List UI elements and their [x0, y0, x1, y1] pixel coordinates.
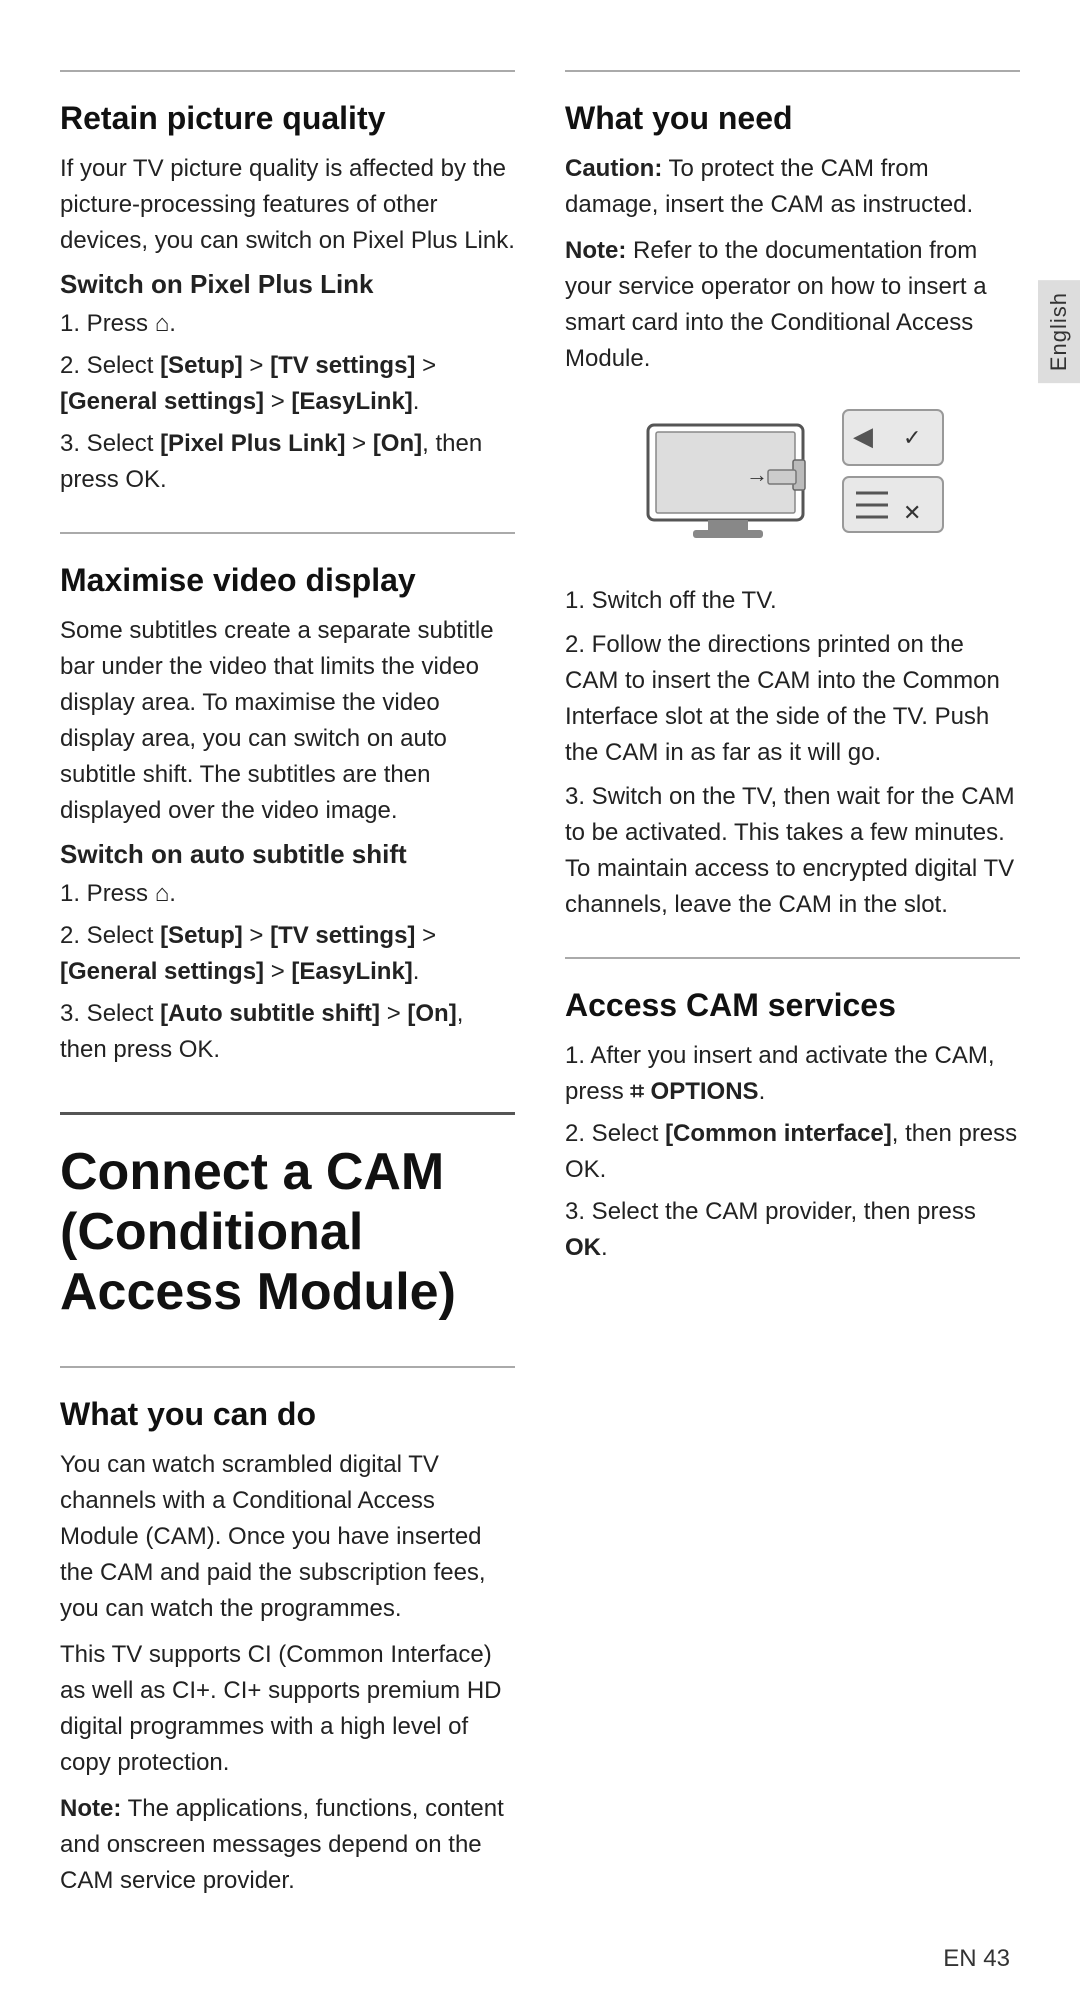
maximise-step-2: 2. Select [Setup] > [TV settings] > [Gen… — [60, 918, 515, 990]
right-column: What you need Caution: To protect the CA… — [565, 70, 1020, 1933]
connect-cam-title: Connect a CAM (Conditional Access Module… — [60, 1143, 515, 1322]
what-you-can-do-note: Note: The applications, functions, conte… — [60, 1791, 515, 1899]
retain-body: If your TV picture quality is affected b… — [60, 151, 515, 259]
cam-step-3: 3. Switch on the TV, then wait for the C… — [565, 779, 1020, 923]
footer-text: EN 43 — [943, 1945, 1010, 1972]
maximise-step-3: 3. Select [Auto subtitle shift] > [On], … — [60, 996, 515, 1068]
retain-picture-section: Retain picture quality If your TV pictur… — [60, 70, 515, 532]
retain-step-2: 2. Select [Setup] > [TV settings] > [Gen… — [60, 348, 515, 420]
svg-text:✓: ✓ — [903, 425, 921, 450]
what-you-can-do-body1: You can watch scrambled digital TV chann… — [60, 1447, 515, 1627]
access-cam-step-3: 3. Select the CAM provider, then press O… — [565, 1194, 1020, 1266]
footer: EN 43 — [943, 1945, 1010, 1973]
svg-text:◀: ◀ — [853, 421, 873, 451]
what-you-can-do-note-label: Note: — [60, 1795, 121, 1822]
english-tab: English — [1038, 280, 1080, 383]
connect-cam-section: Connect a CAM (Conditional Access Module… — [60, 1112, 515, 1366]
caution-label: Caution: — [565, 155, 662, 182]
note-body: Refer to the documentation from your ser… — [565, 237, 987, 372]
note-text: Note: Refer to the documentation from yo… — [565, 233, 1020, 377]
cam-step-1: 1. Switch off the TV. — [565, 583, 1020, 619]
cam-illustration-area: → ◀ ✓ — [565, 405, 1020, 565]
page-container: English Retain picture quality If your T… — [0, 0, 1080, 2003]
note-label: Note: — [565, 237, 626, 264]
retain-step-1: 1. Press ⌂. — [60, 306, 515, 342]
auto-subtitle-shift-title: Switch on auto subtitle shift — [60, 839, 515, 870]
maximise-title: Maximise video display — [60, 562, 515, 599]
access-cam-section: Access CAM services 1. After you insert … — [565, 957, 1020, 1300]
access-cam-title: Access CAM services — [565, 987, 1020, 1024]
maximise-body: Some subtitles create a separate subtitl… — [60, 613, 515, 829]
what-you-can-do-section: What you can do You can watch scrambled … — [60, 1366, 515, 1933]
caution-text: Caution: To protect the CAM from damage,… — [565, 151, 1020, 223]
maximise-video-section: Maximise video display Some subtitles cr… — [60, 532, 515, 1102]
tv-svg: → — [638, 420, 818, 550]
left-column: Retain picture quality If your TV pictur… — [60, 70, 515, 1933]
maximise-step-1: 1. Press ⌂. — [60, 876, 515, 912]
access-cam-step-1: 1. After you insert and activate the CAM… — [565, 1038, 1020, 1110]
svg-text:→: → — [746, 462, 768, 487]
what-you-need-title: What you need — [565, 100, 1020, 137]
cam-step-2: 2. Follow the directions printed on the … — [565, 627, 1020, 771]
pixel-plus-link-title: Switch on Pixel Plus Link — [60, 269, 515, 300]
svg-text:✕: ✕ — [903, 500, 921, 525]
what-you-can-do-body2: This TV supports CI (Common Interface) a… — [60, 1637, 515, 1781]
retain-step-3: 3. Select [Pixel Plus Link] > [On], then… — [60, 426, 515, 498]
retain-title: Retain picture quality — [60, 100, 515, 137]
what-you-need-section: What you need Caution: To protect the CA… — [565, 70, 1020, 957]
what-you-can-do-note-text: The applications, functions, content and… — [60, 1795, 504, 1894]
main-content: Retain picture quality If your TV pictur… — [0, 40, 1080, 1963]
access-cam-step-2: 2. Select [Common interface], then press… — [565, 1116, 1020, 1188]
remote-svg: ◀ ✓ ✕ — [838, 405, 948, 565]
what-you-can-do-title: What you can do — [60, 1396, 515, 1433]
